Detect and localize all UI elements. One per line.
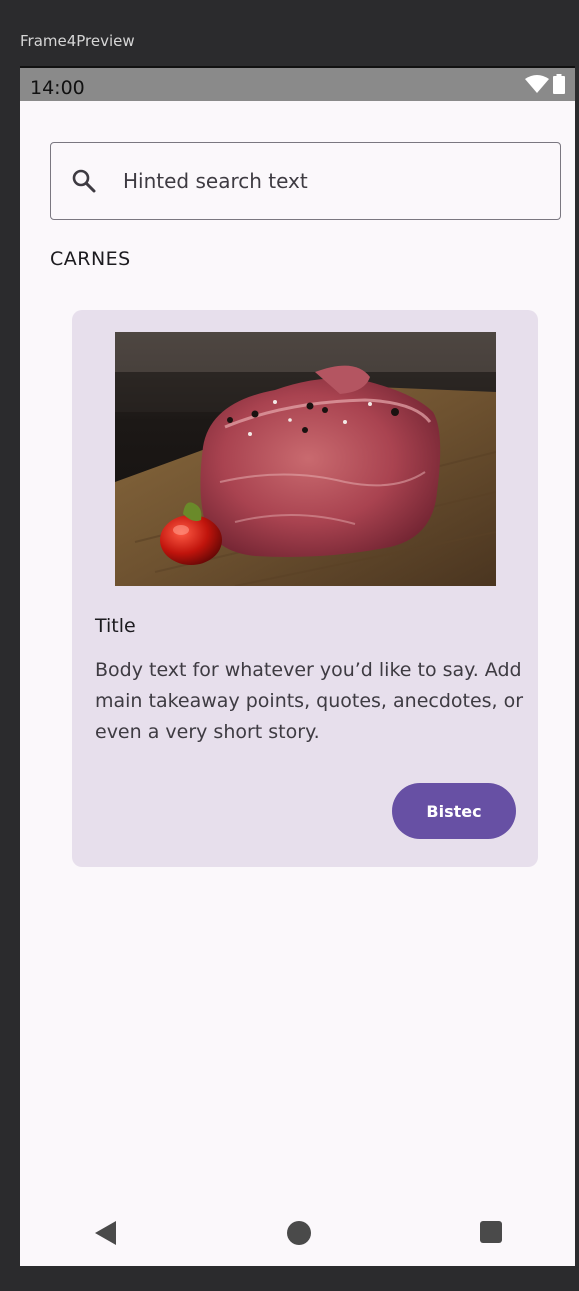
section-title: CARNES [50,248,131,270]
back-icon[interactable] [94,1220,118,1250]
card-title: Title [95,615,136,637]
wifi-icon [525,75,549,93]
device-screen: 14:00 CARNES [20,66,575,1266]
status-bar: 14:00 [20,68,575,101]
frame-label: Frame4Preview [20,32,135,50]
navigation-bar [20,1200,575,1266]
search-bar[interactable] [50,142,561,220]
bistec-button[interactable]: Bistec [392,783,516,839]
card-image [115,332,496,586]
home-icon[interactable] [286,1220,312,1250]
recent-apps-icon[interactable] [479,1220,503,1248]
status-time: 14:00 [30,77,85,99]
status-icons [525,74,565,94]
product-card: Title Body text for whatever you’d like … [72,310,538,867]
battery-icon [553,74,565,94]
card-body-text: Body text for whatever you’d like to say… [95,659,524,743]
search-input[interactable] [123,169,523,193]
search-icon [71,168,97,194]
